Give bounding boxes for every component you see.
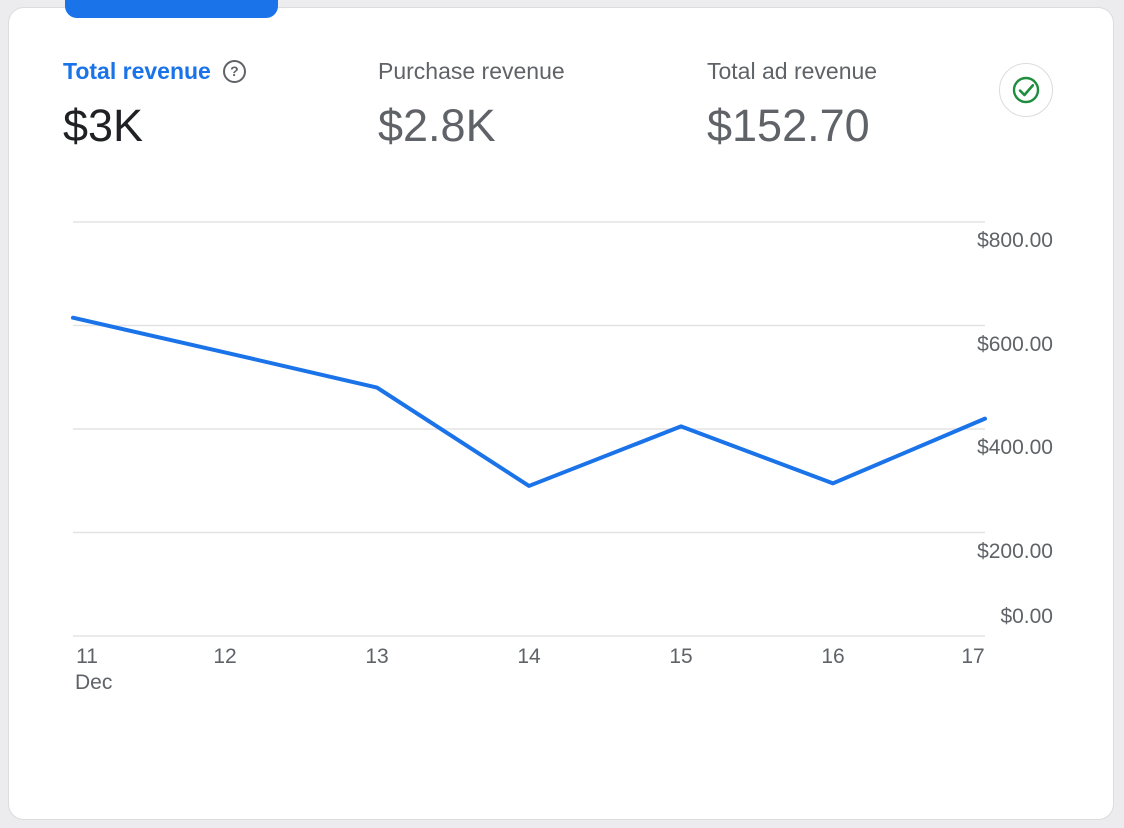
- metric-purchase-revenue[interactable]: Purchase revenue $2.8K: [378, 58, 565, 151]
- metric-label: Purchase revenue: [378, 58, 565, 85]
- y-axis-tick-label: $800.00: [977, 229, 1053, 252]
- selected-tab-indicator[interactable]: [65, 0, 278, 18]
- help-icon[interactable]: ?: [222, 60, 246, 83]
- x-axis-tick-label: 14: [517, 645, 541, 668]
- y-axis-tick-label: $200.00: [977, 539, 1053, 563]
- check-circle-ring: [1012, 76, 1040, 104]
- metric-value: $152.70: [707, 100, 870, 151]
- x-axis-tick-label: 16: [821, 645, 845, 668]
- metric-label-text: Total revenue: [63, 58, 211, 84]
- metric-label: Total ad revenue: [707, 58, 877, 85]
- data-quality-check-icon[interactable]: [999, 63, 1053, 117]
- metric-label: Total revenue ?: [63, 58, 246, 85]
- gridlines: [73, 221, 985, 637]
- x-axis-tick-label: 12: [213, 645, 237, 668]
- metric-label-text: Total ad revenue: [707, 58, 878, 84]
- check-mark: [1018, 84, 1035, 97]
- x-axis-tick-label: 15: [669, 645, 693, 668]
- metric-label-text: Purchase revenue: [378, 58, 565, 84]
- check-circle-icon: [1012, 76, 1040, 104]
- x-axis-tick-label: 11: [76, 645, 98, 668]
- x-axis-month-label: Dec: [75, 671, 113, 694]
- metric-value: $3K: [63, 100, 144, 151]
- metric-total-revenue[interactable]: Total revenue ? $3K: [63, 58, 246, 151]
- x-axis-tick-label: 17: [961, 645, 985, 668]
- y-axis-tick-label: $400.00: [977, 436, 1053, 459]
- metric-total-ad-revenue[interactable]: Total ad revenue $152.70: [707, 58, 877, 151]
- revenue-line: [71, 315, 987, 488]
- x-axis-tick-label: 13: [365, 645, 389, 668]
- y-axis-tick-label: $600.00: [977, 332, 1053, 356]
- y-axis-tick-label: $0.00: [1000, 605, 1053, 628]
- metric-value: $2.8K: [378, 100, 496, 151]
